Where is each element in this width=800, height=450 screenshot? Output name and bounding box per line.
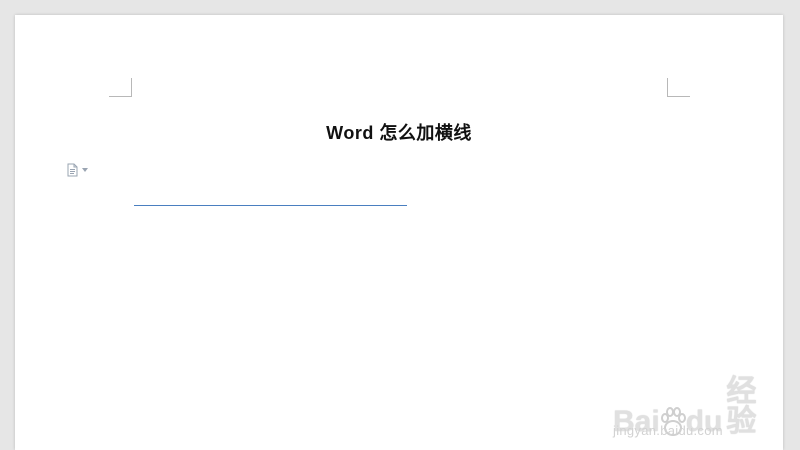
baidu-jingyan-watermark: Bai du 经验 jingyan.baidu.com [613,377,783,447]
horizontal-line[interactable] [134,205,407,206]
paste-options-icon [66,163,79,177]
chevron-down-icon [82,168,88,172]
top-left-margin-mark [109,78,132,97]
top-right-margin-mark [667,78,690,97]
document-page[interactable]: Word 怎么加横线 Bai du 经验 jingyan.baidu.com [15,15,783,450]
watermark-logo-jingyan: 经验 [726,375,757,438]
document-workspace: Word 怎么加横线 Bai du 经验 jingyan.baidu.com [0,0,800,450]
paste-options-button[interactable] [66,163,88,177]
document-title[interactable]: Word 怎么加横线 [15,119,783,145]
watermark-url: jingyan.baidu.com [613,423,723,438]
